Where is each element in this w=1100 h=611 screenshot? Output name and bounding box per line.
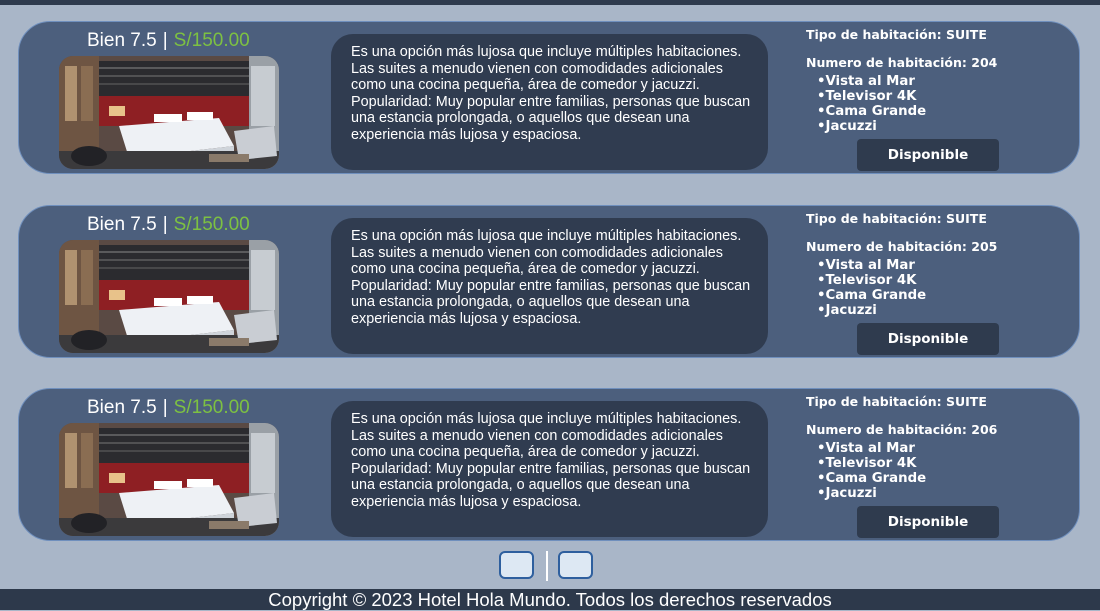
room-number: Numero de habitación: 204 [806, 55, 998, 70]
rating-price: Bien 7.5 | S/150.00 [87, 214, 250, 236]
price-label: S/150.00 [173, 397, 250, 418]
amenities-list: Vista al MarTelevisor 4KCama GrandeJacuz… [817, 441, 997, 501]
room-info: Tipo de habitación: SUITE Numero de habit… [806, 394, 997, 501]
room-card: Bien 7.5 | S/150.00 Es una opción más lujo… [18, 21, 1080, 174]
rating-separator: | [162, 30, 168, 51]
footer: Copyright © 2023 Hotel Hola Mundo. Todos… [0, 589, 1100, 610]
room-number: Numero de habitación: 206 [806, 422, 998, 437]
room-type: Tipo de habitación: SUITE [806, 394, 987, 409]
room-info: Tipo de habitación: SUITE Numero de habit… [806, 27, 997, 134]
prev-page-button[interactable] [499, 551, 534, 579]
price-label: S/150.00 [173, 214, 250, 235]
room-image [59, 56, 279, 169]
rating-separator: | [162, 397, 168, 418]
amenity-item: Jacuzzi [817, 119, 997, 134]
rating-price: Bien 7.5 | S/150.00 [87, 30, 250, 52]
room-photo [59, 56, 279, 169]
room-card: Bien 7.5 | S/150.00 Es una opción más lujo… [18, 388, 1080, 541]
room-image [59, 423, 279, 536]
rating-price: Bien 7.5 | S/150.00 [87, 397, 250, 419]
amenities-list: Vista al MarTelevisor 4KCama GrandeJacuz… [817, 74, 997, 134]
room-type: Tipo de habitación: SUITE [806, 211, 987, 226]
amenity-item: Cama Grande [817, 471, 997, 486]
amenity-item: Televisor 4K [817, 456, 997, 471]
rating-label: Bien 7.5 [87, 214, 157, 235]
room-description: Es una opción más lujosa que incluye múl… [331, 34, 768, 170]
amenity-item: Televisor 4K [817, 89, 997, 104]
rating-label: Bien 7.5 [87, 397, 157, 418]
amenities-list: Vista al MarTelevisor 4KCama GrandeJacuz… [817, 258, 997, 318]
amenity-item: Cama Grande [817, 288, 997, 303]
availability-button[interactable]: Disponible [857, 323, 999, 355]
room-photo [59, 240, 279, 353]
room-info: Tipo de habitación: SUITE Numero de habit… [806, 211, 997, 318]
rating-label: Bien 7.5 [87, 30, 157, 51]
amenity-item: Jacuzzi [817, 486, 997, 501]
amenity-item: Vista al Mar [817, 258, 997, 273]
amenity-item: Jacuzzi [817, 303, 997, 318]
pagination-divider [546, 551, 548, 581]
room-card: Bien 7.5 | S/150.00 Es una opción más lujo… [18, 205, 1080, 358]
room-number: Numero de habitación: 205 [806, 239, 998, 254]
next-page-button[interactable] [558, 551, 593, 579]
availability-button[interactable]: Disponible [857, 506, 999, 538]
amenity-item: Televisor 4K [817, 273, 997, 288]
rating-separator: | [162, 214, 168, 235]
top-bar [0, 0, 1100, 5]
price-label: S/150.00 [173, 30, 250, 51]
availability-button[interactable]: Disponible [857, 139, 999, 171]
amenity-item: Vista al Mar [817, 441, 997, 456]
room-type: Tipo de habitación: SUITE [806, 27, 987, 42]
room-description: Es una opción más lujosa que incluye múl… [331, 218, 768, 354]
room-photo [59, 423, 279, 536]
room-description: Es una opción más lujosa que incluye múl… [331, 401, 768, 537]
amenity-item: Vista al Mar [817, 74, 997, 89]
room-image [59, 240, 279, 353]
amenity-item: Cama Grande [817, 104, 997, 119]
